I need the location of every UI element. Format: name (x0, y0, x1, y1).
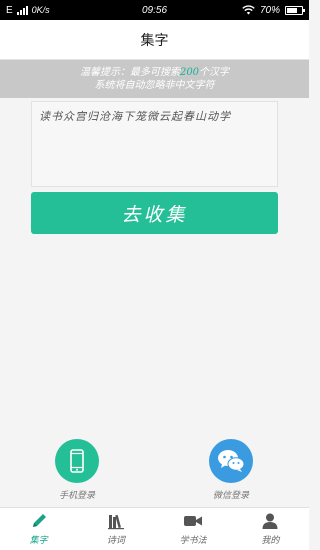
tab-collect[interactable]: 集字 (0, 508, 77, 550)
status-bar: E 0K/s 09:56 70% (0, 0, 309, 20)
tab-label: 我的 (261, 536, 280, 546)
tab-label: 诗词 (106, 536, 125, 546)
carrier-label: E (6, 4, 13, 16)
tab-calligraphy[interactable]: 学书法 (155, 508, 232, 550)
tab-label: 学书法 (179, 536, 207, 546)
tab-mine[interactable]: 我的 (232, 508, 309, 550)
tip-line-1: 温馨提示：最多可搜索200个汉字 (80, 66, 229, 79)
video-icon (184, 516, 203, 526)
books-icon (107, 514, 124, 530)
tip-banner: 温馨提示：最多可搜索200个汉字 系统将自动忽略非中文字符 (0, 60, 309, 98)
characters-input[interactable]: 读书众宫归沧海下笼微云起春山动学 (31, 101, 278, 187)
phone-login-circle[interactable] (55, 439, 99, 483)
tip-line-2: 系统将自动忽略非中文字符 (94, 80, 215, 91)
collect-button[interactable]: 去收集 (31, 192, 278, 234)
tip-suffix: 个汉字 (199, 67, 230, 78)
characters-input-value: 读书众宫归沧海下笼微云起春山动学 (39, 110, 231, 123)
wifi-icon (242, 5, 255, 15)
tip-prefix: 温馨提示：最多可搜索 (79, 67, 180, 78)
phone-login-label: 手机登录 (58, 491, 95, 501)
wechat-login-circle[interactable] (209, 439, 253, 483)
bottom-tab-bar: 集字 诗词 学书法 我的 (0, 507, 309, 550)
battery-percent: 70% (259, 4, 280, 16)
signal-icon (16, 5, 28, 15)
status-right: 70% (242, 4, 305, 16)
page-title: 集字 (140, 32, 169, 49)
tab-poetry[interactable]: 诗词 (77, 508, 154, 550)
tab-label: 集字 (29, 536, 48, 546)
wechat-icon (218, 450, 245, 472)
pencil-icon (32, 514, 46, 527)
title-bar: 集字 (0, 20, 309, 60)
phone-login-button[interactable]: 手机登录 (37, 439, 117, 501)
phone-icon (70, 449, 84, 473)
network-speed: 0K/s (31, 5, 50, 15)
wechat-login-button[interactable]: 微信登录 (191, 439, 271, 501)
tip-count: 200 (179, 67, 200, 78)
person-icon (262, 513, 278, 529)
wechat-login-label: 微信登录 (212, 491, 249, 501)
status-left: E 0K/s (6, 5, 50, 16)
status-time: 09:56 (141, 4, 168, 16)
battery-icon (285, 5, 305, 15)
